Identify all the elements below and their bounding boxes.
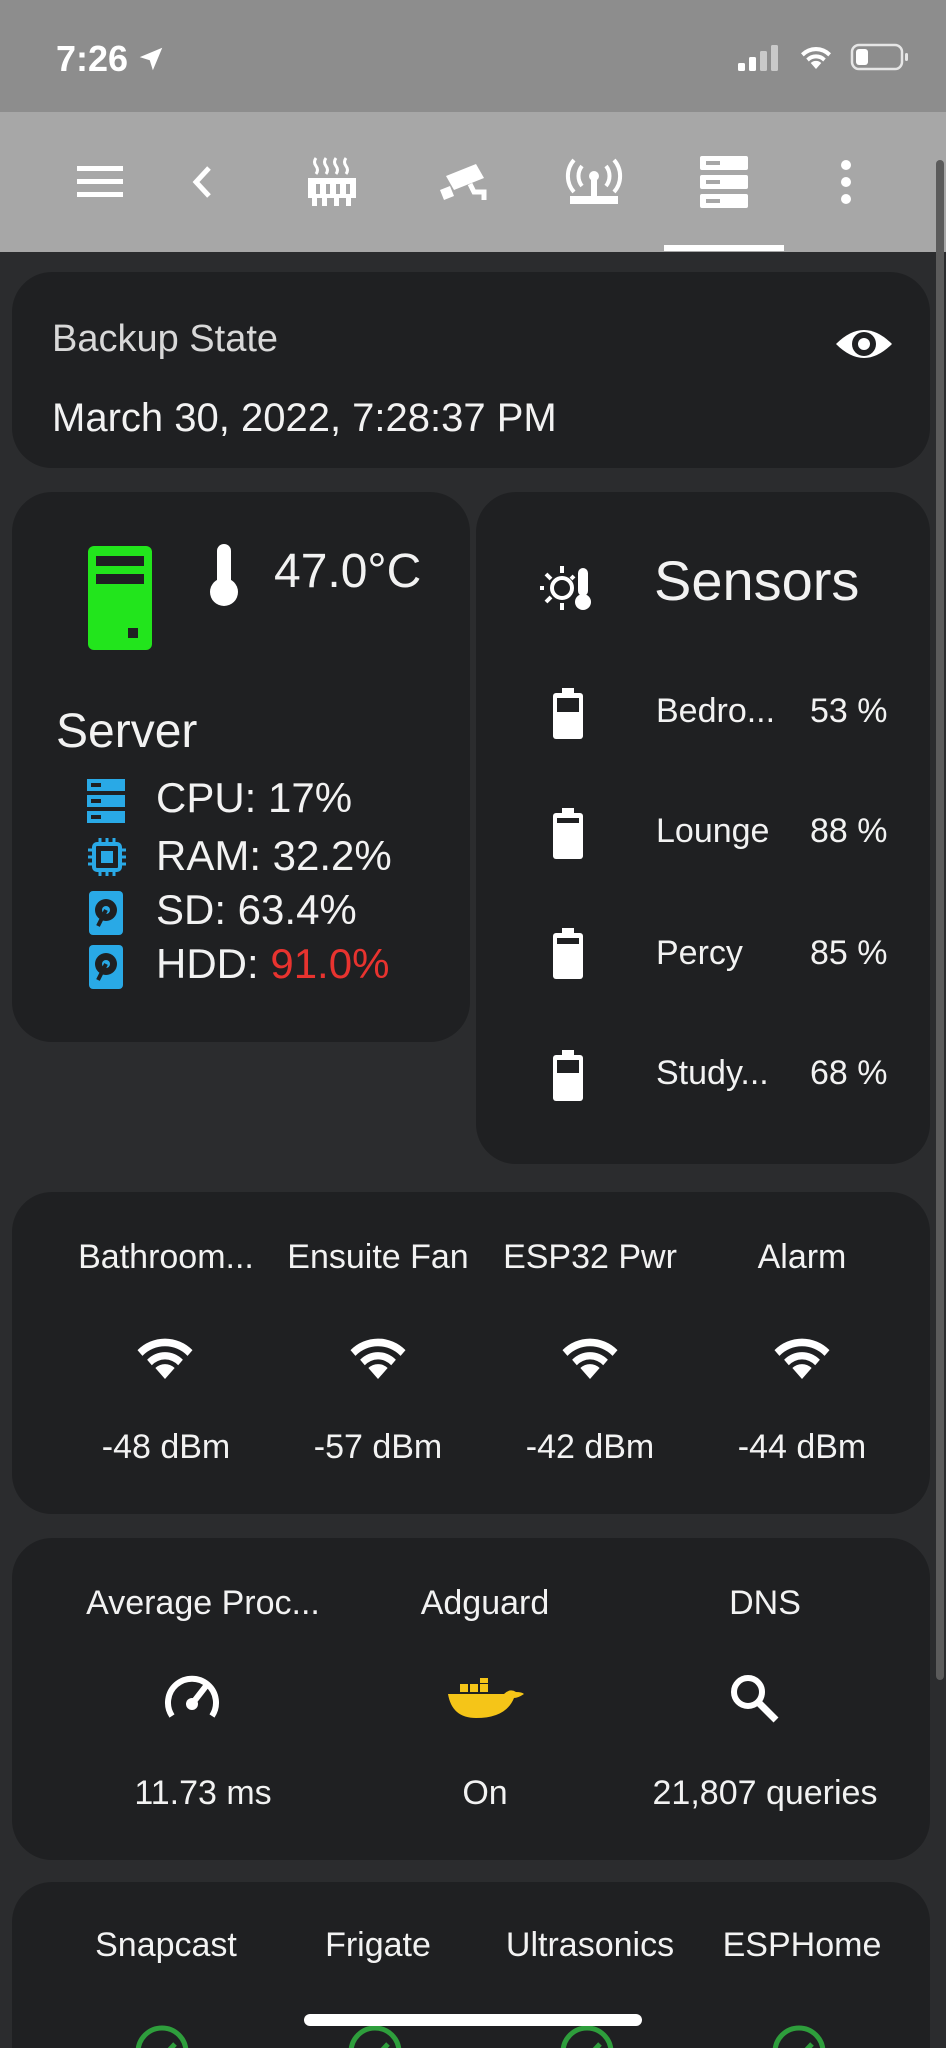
device-name: Alarm xyxy=(757,1238,847,1276)
backup-state-card[interactable]: Backup State March 30, 2022, 7:28:37 PM xyxy=(12,272,930,468)
wifi-status-icon xyxy=(801,46,831,69)
wifi-icon xyxy=(350,1338,406,1379)
backup-state-title: Backup State xyxy=(52,318,279,360)
sensor-value: 88 % xyxy=(810,812,888,850)
sensor-value: 68 % xyxy=(810,1054,888,1092)
service-name: Ultrasonics xyxy=(505,1926,675,1964)
sensors-card[interactable]: Sensors Bedro... 53 % Lounge 88 % Percy … xyxy=(476,492,930,1164)
status-time: 7:26 xyxy=(56,38,166,80)
eye-icon[interactable] xyxy=(834,322,894,366)
home-thermometer-icon xyxy=(540,566,591,610)
dns-label: DNS xyxy=(729,1584,801,1622)
service-name: Frigate xyxy=(325,1926,431,1964)
hdd-label: HDD: xyxy=(156,940,271,987)
more-vert-icon[interactable] xyxy=(816,152,876,212)
battery-icon xyxy=(553,688,583,739)
battery-icon xyxy=(553,928,583,979)
server-tower-icon xyxy=(88,546,152,650)
tab-server-icon[interactable] xyxy=(694,152,754,212)
service-name: ESPHome xyxy=(722,1926,882,1964)
wifi-icon xyxy=(774,1338,830,1379)
server-temperature: 47.0°C xyxy=(274,545,422,598)
server-title: Server xyxy=(56,705,198,758)
cellular-signal-icon xyxy=(738,45,778,71)
wifi-icon xyxy=(137,1338,193,1379)
sd-usage: SD: 63.4% xyxy=(156,886,357,933)
ram-usage: RAM: 32.2% xyxy=(156,832,392,879)
check-circle-icon xyxy=(772,2025,826,2048)
dns-queries: 21,807 queries xyxy=(652,1774,878,1812)
scrollbar[interactable] xyxy=(936,160,944,1680)
ram-chip-icon xyxy=(88,838,126,876)
sensor-name: Study... xyxy=(656,1054,769,1092)
sensor-name: Bedro... xyxy=(656,692,776,730)
signal-strength: -42 dBm xyxy=(525,1428,655,1466)
device-name: Bathroom... xyxy=(78,1238,254,1276)
tab-access-point-icon[interactable] xyxy=(564,152,624,212)
cpu-server-icon xyxy=(87,779,125,823)
tab-heater-icon[interactable] xyxy=(302,152,362,212)
server-card[interactable]: 47.0°C Server CPU: 17% RAM: 32.2% SD: 63… xyxy=(12,492,470,1042)
battery-status-icon xyxy=(850,43,908,71)
sensor-name: Lounge xyxy=(656,812,770,850)
back-chevron-icon[interactable] xyxy=(172,152,232,212)
clock: 7:26 xyxy=(56,38,129,79)
backup-state-value: March 30, 2022, 7:28:37 PM xyxy=(52,396,557,440)
cpu-usage: CPU: 17% xyxy=(156,774,353,821)
hdd-harddisk-icon xyxy=(89,945,123,989)
sensor-name: Percy xyxy=(656,934,743,972)
signal-strength: -48 dBm xyxy=(101,1428,231,1466)
hdd-usage: HDD: 91.0% xyxy=(156,940,389,988)
top-toolbar xyxy=(0,112,946,252)
sensor-value: 85 % xyxy=(810,934,888,972)
battery-icon xyxy=(553,808,583,859)
tab-cctv-icon[interactable] xyxy=(434,152,494,212)
status-bar: 7:26 xyxy=(0,0,946,112)
docker-icon xyxy=(448,1678,524,1718)
search-icon xyxy=(731,1675,779,1723)
status-icons xyxy=(736,42,910,72)
device-name: Ensuite Fan xyxy=(287,1238,469,1276)
adguard-card[interactable]: Average Proc... 11.73 ms Adguard On DNS … xyxy=(12,1538,930,1860)
thermometer-icon xyxy=(210,544,238,606)
speedometer-icon xyxy=(165,1675,219,1718)
sensor-value: 53 % xyxy=(810,692,888,730)
wifi-icon xyxy=(562,1338,618,1379)
sd-harddisk-icon xyxy=(89,891,123,935)
signal-strength: -44 dBm xyxy=(737,1428,867,1466)
menu-icon[interactable] xyxy=(70,152,130,212)
signal-strength: -57 dBm xyxy=(313,1428,443,1466)
wifi-signal-card[interactable]: Bathroom... -48 dBm Ensuite Fan -57 dBm … xyxy=(12,1192,930,1514)
device-name: ESP32 Pwr xyxy=(503,1238,677,1276)
active-tab-indicator xyxy=(664,245,784,251)
check-circle-icon xyxy=(135,2025,189,2048)
hdd-value: 91.0% xyxy=(270,940,390,987)
home-indicator[interactable] xyxy=(304,2014,642,2026)
sensors-title: Sensors xyxy=(654,549,860,612)
service-name: Snapcast xyxy=(95,1926,237,1964)
battery-icon xyxy=(553,1050,583,1101)
location-arrow-icon xyxy=(139,47,163,71)
